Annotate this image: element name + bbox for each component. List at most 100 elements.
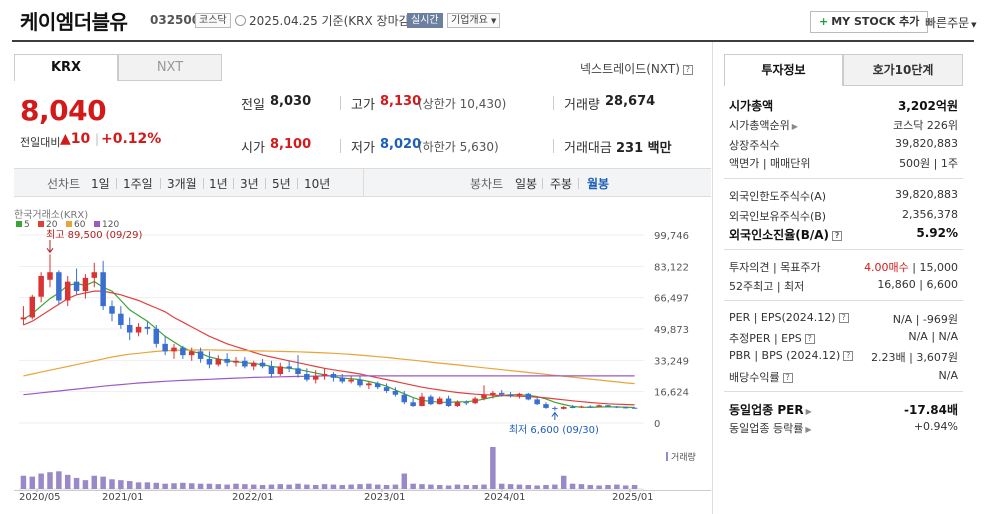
volume-legend-label: 거래량 xyxy=(671,451,696,463)
candle-body xyxy=(445,398,452,407)
volume-bar xyxy=(312,485,319,489)
candle-body xyxy=(507,394,514,396)
tab-krx[interactable]: KRX xyxy=(14,54,118,81)
realtime-button[interactable]: 실시간 xyxy=(407,13,443,28)
volume-bar xyxy=(410,483,416,489)
info-row: PER | EPS(2024.12)? N/A | -969원 xyxy=(729,311,958,329)
volume-bar xyxy=(525,485,532,489)
volume-bar xyxy=(73,477,80,489)
panel-divider xyxy=(712,42,713,514)
volume-bar xyxy=(587,485,594,489)
help-icon[interactable]: ? xyxy=(843,351,854,361)
candle-body xyxy=(543,404,549,408)
candle-body xyxy=(481,394,487,399)
quick-order-link[interactable]: 빠른주문 ▼ xyxy=(925,14,977,31)
info-row: 시가총액 3,202억원 xyxy=(729,97,958,115)
candle-body xyxy=(605,405,611,407)
header-divider xyxy=(12,40,974,42)
tab-nxt[interactable]: NXT xyxy=(118,54,222,81)
y-tick-label: 99,746 xyxy=(654,231,689,242)
divider xyxy=(116,178,117,189)
volume-bar xyxy=(578,484,585,489)
ma-legend-label: 60 xyxy=(74,220,86,230)
volume-bar xyxy=(144,482,151,489)
volume-bar xyxy=(383,485,390,489)
low-value: 8,020 xyxy=(380,137,422,152)
candle-body xyxy=(224,358,230,363)
period-10y[interactable]: 10년 xyxy=(304,175,330,192)
y-tick-label: 0 xyxy=(654,419,660,430)
change-value: ▲10 xyxy=(60,131,91,147)
company-overview-dropdown[interactable]: 기업개요 ▼ xyxy=(447,13,501,28)
candle-monthly[interactable]: 월봉 xyxy=(587,175,609,192)
period-3y[interactable]: 3년 xyxy=(240,175,259,192)
candle-body xyxy=(410,402,416,407)
period-5y[interactable]: 5년 xyxy=(272,175,291,192)
volume-bar xyxy=(38,473,44,489)
x-tick-label: 2024/01 xyxy=(484,492,526,503)
clock-icon xyxy=(235,15,246,26)
candle-weekly[interactable]: 주봉 xyxy=(550,175,572,192)
y-tick-label: 33,249 xyxy=(654,356,689,367)
divider xyxy=(724,249,963,250)
candle-body xyxy=(91,272,98,278)
chevron-right-icon: ▶ xyxy=(805,425,812,434)
candle-body xyxy=(339,377,346,382)
help-icon[interactable]: ? xyxy=(832,230,843,241)
candle-body xyxy=(206,358,213,365)
ma-line-ma5 xyxy=(23,280,635,409)
volume-bar xyxy=(171,483,177,489)
help-icon[interactable]: ? xyxy=(838,313,849,323)
period-1w[interactable]: 1주일 xyxy=(123,175,153,192)
sector-per-label[interactable]: 동일업종 PER ▶ xyxy=(729,401,812,418)
candle-body xyxy=(463,402,470,404)
volume-bar xyxy=(295,483,301,489)
volume-bar xyxy=(197,483,204,489)
period-3m[interactable]: 3개월 xyxy=(167,175,197,192)
volume-bar xyxy=(268,484,275,489)
volume-bar xyxy=(233,483,239,489)
candle-body xyxy=(498,392,505,395)
opinion-label: 투자의견 | 목표주가 xyxy=(729,261,821,274)
tab-order-book[interactable]: 호가10단계 xyxy=(843,54,963,86)
volume-bar xyxy=(490,447,496,489)
candle-body xyxy=(534,399,540,405)
help-icon[interactable]: ? xyxy=(682,64,693,75)
candle-body xyxy=(197,351,204,359)
sector-change-label[interactable]: 동일업종 등락률 ▶ xyxy=(729,420,812,436)
volume-bar xyxy=(286,484,292,489)
volume-bar xyxy=(436,485,443,489)
my-stock-label: MY STOCK 추가 xyxy=(831,15,920,28)
cap-rank-label[interactable]: 시가총액순위 ▶ xyxy=(729,117,798,133)
candle-body xyxy=(233,360,239,363)
help-icon[interactable]: ? xyxy=(782,373,793,383)
period-1d[interactable]: 1일 xyxy=(91,175,110,192)
nxt-link[interactable]: 넥스트레이드(NXT)? xyxy=(580,60,693,77)
ma-line-ma20 xyxy=(23,290,635,406)
volume-bar xyxy=(552,484,558,489)
volume-bar xyxy=(47,472,53,489)
candle-body xyxy=(277,366,284,374)
my-stock-add-button[interactable]: + MY STOCK 추가 xyxy=(810,11,929,33)
volume-bar xyxy=(419,484,425,489)
week52-value: 16,860 | 6,600 xyxy=(877,278,958,291)
prev-close-value: 8,030 xyxy=(270,94,312,109)
candle-body xyxy=(144,326,151,329)
divider xyxy=(724,178,963,179)
info-row: 시가총액순위 ▶ 코스닥 226위 xyxy=(729,117,958,135)
divider xyxy=(160,178,161,189)
volume-bar xyxy=(180,482,186,489)
tab-investment-info[interactable]: 투자정보 xyxy=(724,54,843,86)
candle-body xyxy=(392,390,399,395)
volume-bar xyxy=(259,485,266,489)
candle-body xyxy=(188,351,195,356)
candle-body xyxy=(516,393,523,396)
volume-bar xyxy=(366,483,372,489)
help-icon[interactable]: ? xyxy=(804,334,815,344)
volume-bar xyxy=(463,485,470,489)
period-1y[interactable]: 1년 xyxy=(209,175,228,192)
stock-chart[interactable]: 한국거래소(KRX)5 20 60 12099,74683,12266,49749,8… xyxy=(14,207,711,507)
candle-body xyxy=(286,366,292,369)
candle-daily[interactable]: 일봉 xyxy=(515,175,537,192)
line-chart-label: 선차트 xyxy=(47,177,81,191)
